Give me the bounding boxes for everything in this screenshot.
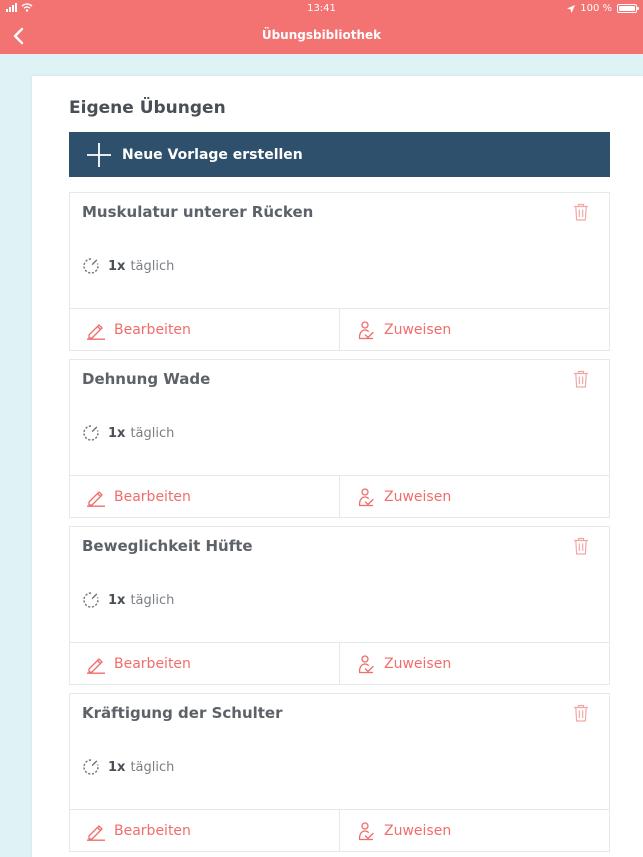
pencil-icon: [87, 825, 105, 841]
plus-icon: [87, 142, 111, 167]
pencil-icon: [87, 658, 105, 674]
assign-button[interactable]: Zuweisen: [339, 810, 609, 852]
edit-label: Bearbeiten: [114, 322, 191, 338]
exercise-card: Kräftigung der Schulter 1x täglich Bearb…: [69, 693, 610, 852]
exercise-card: Muskulatur unterer Rücken 1x täglich Bea…: [69, 192, 610, 351]
card-actions: Bearbeiten Zuweisen: [70, 308, 609, 351]
assign-button[interactable]: Zuweisen: [339, 476, 609, 518]
trash-icon[interactable]: [573, 370, 589, 388]
assign-label: Zuweisen: [384, 489, 452, 505]
status-right-group: 100 %: [567, 3, 639, 14]
battery-icon: [617, 4, 639, 13]
edit-button[interactable]: Bearbeiten: [70, 810, 339, 852]
edit-label: Bearbeiten: [114, 656, 191, 672]
assign-person-icon: [358, 822, 374, 841]
new-template-button[interactable]: Neue Vorlage erstellen: [69, 132, 610, 177]
assign-label: Zuweisen: [384, 823, 452, 839]
status-bar: 13:41 100 %: [0, 0, 643, 18]
location-arrow-icon: [567, 4, 576, 13]
exercise-card: Dehnung Wade 1x täglich Bearbeiten Zuwei…: [69, 359, 610, 518]
edit-label: Bearbeiten: [114, 489, 191, 505]
navigation-bar: Übungsbibliothek: [0, 18, 643, 54]
pencil-icon: [87, 324, 105, 340]
frequency: 1x täglich: [82, 424, 174, 442]
edit-button[interactable]: Bearbeiten: [70, 476, 339, 518]
assign-label: Zuweisen: [384, 656, 452, 672]
exercise-name: Kräftigung der Schulter: [82, 704, 283, 722]
pencil-icon: [87, 491, 105, 507]
assign-button[interactable]: Zuweisen: [339, 309, 609, 351]
frequency-period: täglich: [130, 759, 175, 775]
assign-person-icon: [358, 321, 374, 340]
exercise-name: Dehnung Wade: [82, 370, 211, 388]
card-actions: Bearbeiten Zuweisen: [70, 809, 609, 852]
frequency-period: täglich: [130, 592, 175, 608]
frequency-count: 1x: [108, 425, 126, 441]
edit-label: Bearbeiten: [114, 823, 191, 839]
exercise-name: Beweglichkeit Hüfte: [82, 537, 253, 555]
frequency: 1x täglich: [82, 257, 174, 275]
exercise-name: Muskulatur unterer Rücken: [82, 203, 314, 221]
trash-icon[interactable]: [573, 704, 589, 722]
frequency-period: täglich: [130, 258, 175, 274]
trash-icon[interactable]: [573, 203, 589, 221]
card-actions: Bearbeiten Zuweisen: [70, 475, 609, 518]
assign-button[interactable]: Zuweisen: [339, 643, 609, 685]
exercise-library-panel: Eigene Übungen Neue Vorlage erstellen Mu…: [32, 76, 643, 857]
frequency-period: täglich: [130, 425, 175, 441]
frequency-count: 1x: [108, 258, 126, 274]
edit-button[interactable]: Bearbeiten: [70, 643, 339, 685]
frequency: 1x täglich: [82, 591, 174, 609]
trash-icon[interactable]: [573, 537, 589, 555]
edit-button[interactable]: Bearbeiten: [70, 309, 339, 351]
timer-icon: [83, 592, 99, 608]
assign-person-icon: [358, 655, 374, 674]
frequency-count: 1x: [108, 759, 126, 775]
new-template-label: Neue Vorlage erstellen: [122, 146, 303, 163]
timer-icon: [83, 258, 99, 274]
timer-icon: [83, 425, 99, 441]
assign-label: Zuweisen: [384, 322, 452, 338]
frequency-count: 1x: [108, 592, 126, 608]
page-title: Übungsbibliothek: [261, 28, 382, 42]
battery-percent: 100 %: [580, 3, 612, 14]
assign-person-icon: [358, 488, 374, 507]
frequency: 1x täglich: [82, 758, 174, 776]
status-time: 13:41: [307, 3, 336, 14]
timer-icon: [83, 759, 99, 775]
section-title: Eigene Übungen: [69, 98, 226, 118]
exercise-card: Beweglichkeit Hüfte 1x täglich Bearbeite…: [69, 526, 610, 685]
card-actions: Bearbeiten Zuweisen: [70, 642, 609, 685]
